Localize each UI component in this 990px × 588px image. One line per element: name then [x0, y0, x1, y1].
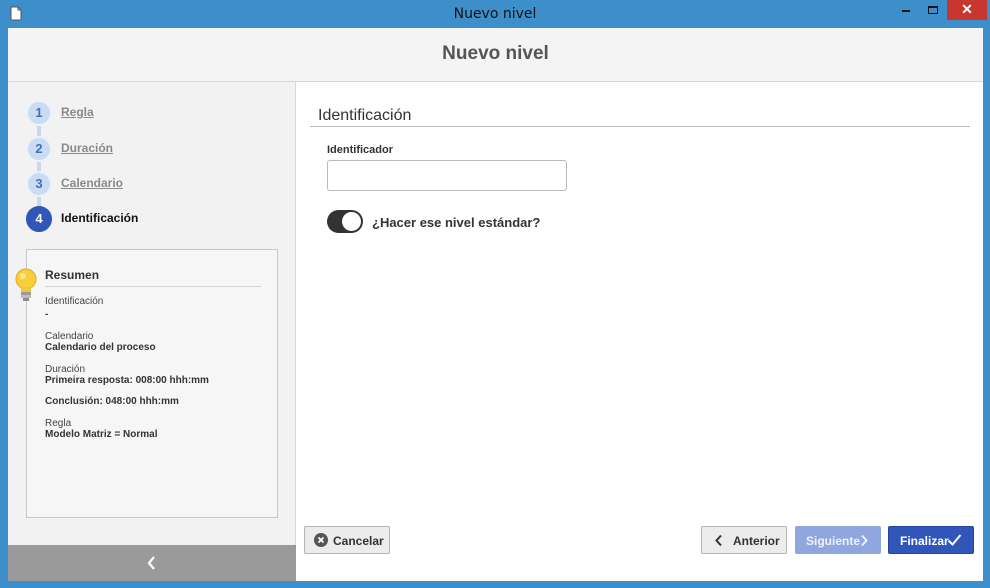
toggle-knob — [342, 212, 361, 231]
maximize-icon — [928, 6, 938, 14]
step-number: 2 — [26, 136, 52, 162]
step-calendario[interactable]: 3 Calendario — [26, 171, 286, 197]
minimize-button[interactable] — [893, 0, 919, 20]
close-icon: ✕ — [961, 1, 973, 17]
chevron-left-icon — [715, 534, 722, 547]
page-title: Nuevo nivel — [442, 43, 549, 64]
close-button[interactable]: ✕ — [947, 0, 987, 20]
maximize-button[interactable] — [920, 0, 946, 20]
standard-level-toggle[interactable] — [327, 210, 363, 233]
wizard-sidebar: 1 Regla 2 Duración 3 Calendario 4 Identi… — [8, 82, 296, 581]
standard-level-label: ¿Hacer ese nivel estándar? — [372, 215, 541, 230]
chevron-left-icon — [147, 556, 155, 570]
next-button[interactable]: Siguiente — [795, 526, 881, 554]
step-number: 3 — [26, 171, 52, 197]
summary-duracion-value-2: Conclusión: 048:00 hhh:mm — [45, 396, 179, 407]
step-identificacion: 4 Identificación — [26, 206, 286, 232]
collapse-sidebar-button[interactable] — [8, 545, 296, 581]
summary-panel: Resumen Identificación - Calendario Cale… — [15, 249, 278, 518]
step-number: 1 — [26, 100, 52, 126]
previous-label: Anterior — [733, 534, 780, 548]
step-label[interactable]: Regla — [61, 105, 94, 119]
identificador-label: Identificador — [327, 144, 394, 156]
chevron-right-icon — [861, 534, 868, 547]
step-number: 4 — [26, 206, 52, 232]
summary-identificacion-value: - — [45, 309, 49, 320]
finish-label: Finalizar — [900, 534, 949, 548]
minimize-icon — [902, 10, 910, 12]
identificador-input[interactable] — [327, 160, 567, 191]
cancel-circle-icon — [314, 533, 328, 547]
dialog-header: Nuevo nivel — [8, 28, 983, 82]
window-titlebar: Nuevo nivel ✕ — [0, 0, 990, 28]
summary-calendario-value: Calendario del proceso — [45, 342, 156, 353]
summary-regla-value: Modelo Matriz = Normal — [45, 429, 158, 440]
checkmark-icon — [947, 534, 962, 546]
step-label[interactable]: Calendario — [61, 176, 123, 190]
summary-regla-label: Regla — [45, 418, 72, 429]
summary-calendario-label: Calendario — [45, 331, 94, 342]
summary-divider — [45, 286, 261, 287]
next-label: Siguiente — [806, 534, 861, 548]
step-label: Identificación — [61, 211, 139, 225]
cancel-label: Cancelar — [333, 534, 384, 548]
window-title: Nuevo nivel — [453, 6, 537, 22]
section-divider — [310, 126, 970, 127]
lightbulb-icon — [15, 268, 37, 301]
finish-button[interactable]: Finalizar — [888, 526, 974, 554]
cancel-button[interactable]: Cancelar — [304, 526, 390, 554]
dialog-frame: Nuevo nivel 1 Regla 2 Duración 3 Calenda… — [8, 28, 983, 581]
section-title: Identificación — [318, 107, 412, 124]
summary-duracion-value-1: Primeira resposta: 008:00 hhh:mm — [45, 375, 209, 386]
summary-title: Resumen — [45, 268, 100, 282]
previous-button[interactable]: Anterior — [701, 526, 787, 554]
step-label[interactable]: Duración — [61, 141, 113, 155]
step-regla[interactable]: 1 Regla — [26, 100, 286, 126]
summary-identificacion-label: Identificación — [45, 296, 104, 307]
summary-duracion-label: Duración — [45, 364, 86, 375]
step-duracion[interactable]: 2 Duración — [26, 136, 286, 162]
